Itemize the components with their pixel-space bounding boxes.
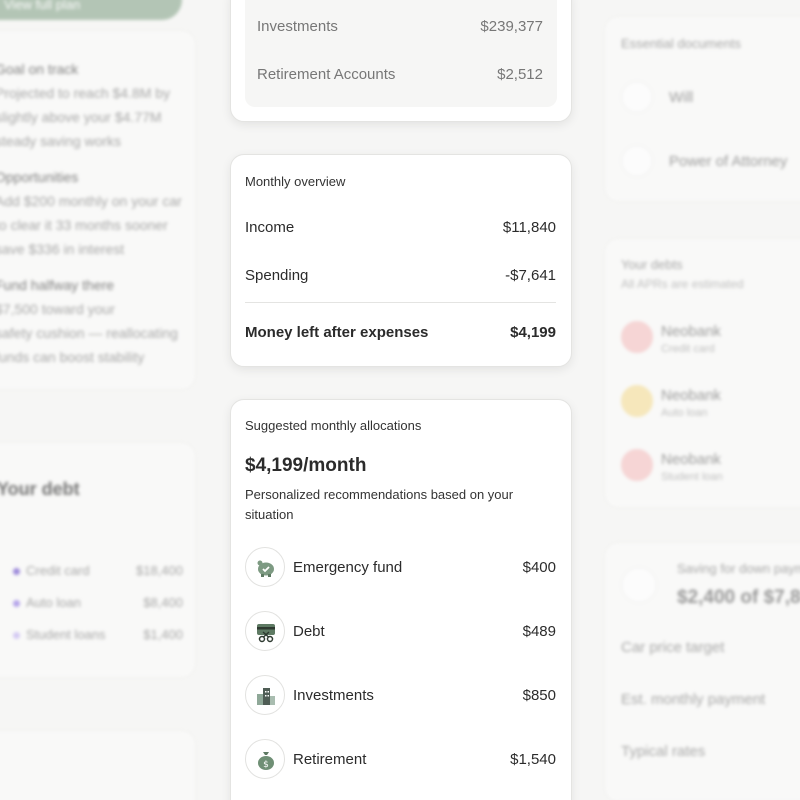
allocation-label: Retirement <box>293 751 367 768</box>
allocations-title: Suggested monthly allocations <box>245 418 422 433</box>
allocation-label: Emergency fund <box>293 559 403 576</box>
allocation-value: $489 <box>522 623 556 640</box>
documents-title: Essential documents <box>621 36 741 51</box>
allocation-row-debt[interactable]: Debt $489 <box>245 611 556 651</box>
left-bottom-card <box>0 730 196 800</box>
city-buildings-icon <box>245 675 285 715</box>
debt-icon <box>621 385 653 417</box>
money-bag-icon: $ <box>245 739 285 779</box>
insights-card: Goal on track Projected to reach $4.8M b… <box>0 30 196 390</box>
goal-line: Projected to reach $4.8M by <box>0 85 171 101</box>
document-item-will[interactable]: Will <box>669 89 693 106</box>
goal-line: slightly above your $4.77M <box>0 109 162 125</box>
spending-label: Spending <box>245 267 309 284</box>
debt-label: Auto loan <box>26 595 81 610</box>
saving-value: $2,400 of $7,800 <box>677 587 800 608</box>
debt-type: Auto loan <box>661 407 708 419</box>
monthly-overview-title: Monthly overview <box>245 174 346 189</box>
accounts-card: Investments $239,377 Retirement Accounts… <box>230 0 572 122</box>
legend-dot <box>13 600 20 607</box>
debt-type: Credit card <box>661 343 715 355</box>
spending-row: Spending -$7,641 <box>245 267 556 284</box>
fund-line: $7,500 toward your <box>0 301 115 317</box>
saving-label: Saving for down payment <box>677 561 800 576</box>
account-label: Retirement Accounts <box>257 66 396 83</box>
debt-amount: $1,400 <box>143 627 183 642</box>
goal-title: Goal on track <box>0 61 79 77</box>
allocation-label: Debt <box>293 623 325 640</box>
allocations-description: Personalized recommendations based on yo… <box>245 487 514 522</box>
accounts-list: Investments $239,377 Retirement Accounts… <box>245 0 557 107</box>
fund-title: Fund halfway there <box>0 277 115 293</box>
credit-card-scissors-icon <box>245 611 285 651</box>
debt-amount: $18,400 <box>136 563 183 578</box>
allocation-row-emergency-fund[interactable]: Emergency fund $400 <box>245 547 556 587</box>
money-left-label: Money left after expenses <box>245 324 429 341</box>
debt-icon <box>621 449 653 481</box>
monthly-overview-card: Monthly overview Income $11,840 Spending… <box>230 154 572 367</box>
car-row: Car price target <box>621 639 725 656</box>
fund-line: funds can boost stability <box>0 349 145 365</box>
debt-row: Auto loan $8,400 <box>13 595 183 610</box>
debt-row: Credit card $18,400 <box>13 563 183 578</box>
allocation-row-investments[interactable]: Investments $850 <box>245 675 556 715</box>
debt-row: Student loans $1,400 <box>13 627 183 642</box>
income-row: Income $11,840 <box>245 219 556 236</box>
money-left-value: $4,199 <box>510 324 556 341</box>
divider <box>245 302 556 303</box>
opportunities-title: Opportunities <box>0 169 79 185</box>
opportunity-line: save $336 in interest <box>0 241 125 257</box>
account-value: $239,377 <box>480 18 543 35</box>
income-value: $11,840 <box>502 219 556 236</box>
piggy-bank-icon <box>245 547 285 587</box>
scroll-icon <box>621 81 653 113</box>
document-item-power-of-attorney[interactable]: Power of Attorney <box>669 153 787 170</box>
fund-line: safety cushion — reallocating <box>0 325 178 341</box>
legend-dot <box>13 568 20 575</box>
debt-summary-card: Your debt Credit card $18,400 Auto loan … <box>0 442 196 678</box>
your-debts-title: Your debts <box>621 257 683 272</box>
allocation-value: $850 <box>522 687 556 704</box>
signature-pen-icon <box>621 145 653 177</box>
allocations-total: $4,199/month <box>245 455 367 476</box>
legend-dot <box>13 632 20 639</box>
account-value: $2,512 <box>497 66 543 83</box>
goal-line: steady saving works <box>0 133 122 149</box>
income-label: Income <box>245 219 295 236</box>
debt-title: Your debt <box>0 479 80 499</box>
allocation-value: $1,540 <box>510 751 556 768</box>
account-row[interactable]: Retirement Accounts $2,512 <box>257 66 543 83</box>
spending-value: -$7,641 <box>505 267 556 284</box>
debt-label: Student loans <box>26 627 106 642</box>
account-label: Investments <box>257 18 338 35</box>
allocation-value: $400 <box>522 559 556 576</box>
debt-name[interactable]: Neobank <box>661 387 721 404</box>
debt-amount: $8,400 <box>143 595 183 610</box>
your-debts-card: Your debts All APRs are estimated Neoban… <box>604 238 800 508</box>
opportunity-line: to clear it 33 months sooner <box>0 217 168 233</box>
allocation-row-retirement[interactable]: $ Retirement $1,540 <box>245 739 556 779</box>
debt-name[interactable]: Neobank <box>661 323 721 340</box>
documents-card: Essential documents Will Power of Attorn… <box>604 16 800 202</box>
money-left-row: Money left after expenses $4,199 <box>245 324 556 341</box>
debt-label: Credit card <box>26 563 90 578</box>
debt-type: Student loan <box>661 471 723 483</box>
allocation-label: Investments <box>293 687 374 704</box>
car-row: Typical rates <box>621 743 706 760</box>
debt-name[interactable]: Neobank <box>661 451 721 468</box>
car-saving-card: Saving for down payment $2,400 of $7,800… <box>604 542 800 800</box>
view-full-plan-button[interactable]: View full plan <box>0 0 182 20</box>
debt-icon <box>621 321 653 353</box>
svg-text:$: $ <box>263 760 269 770</box>
opportunity-line: Add $200 monthly on your car <box>0 193 182 209</box>
car-icon <box>621 567 657 603</box>
account-row[interactable]: Investments $239,377 <box>257 18 543 35</box>
car-row: Est. monthly payment <box>621 691 766 708</box>
suggested-allocations-card: Suggested monthly allocations $4,199/mon… <box>230 399 572 800</box>
your-debts-subtitle: All APRs are estimated <box>621 277 744 291</box>
